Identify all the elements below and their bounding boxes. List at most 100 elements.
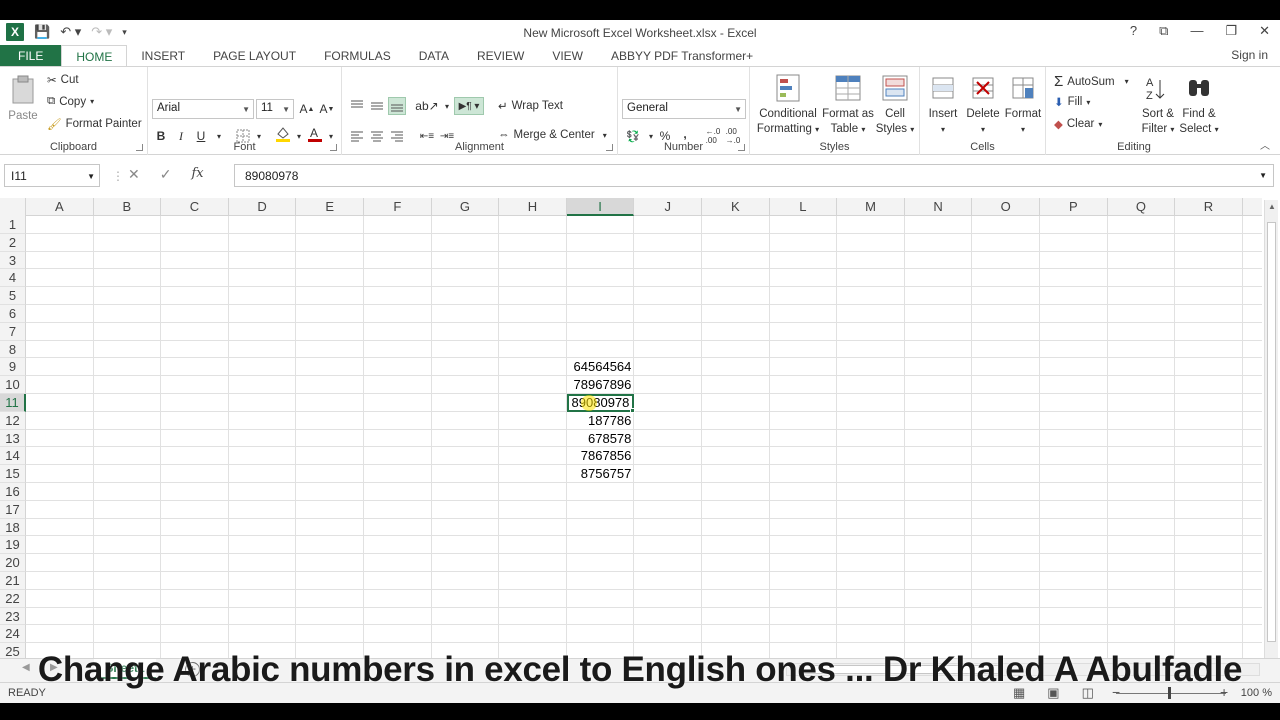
insert-cells-button[interactable]: Insert ▾	[924, 73, 962, 137]
row-header-20[interactable]: 20	[0, 554, 26, 572]
row-header-24[interactable]: 24	[0, 625, 26, 644]
find-select-button[interactable]: Find & Select ▾	[1178, 73, 1220, 137]
enter-entry-icon[interactable]: ✓	[160, 166, 172, 183]
tab-data[interactable]: DATA	[405, 45, 463, 67]
conditional-formatting-button[interactable]: Conditional Formatting ▾	[754, 73, 822, 137]
vertical-scrollbar[interactable]: ▲ ▼	[1264, 200, 1278, 678]
row-header-3[interactable]: 3	[0, 251, 26, 270]
row-header-2[interactable]: 2	[0, 233, 26, 252]
row-header-5[interactable]: 5	[0, 287, 26, 305]
tab-view[interactable]: VIEW	[538, 45, 597, 67]
alignment-launcher-icon[interactable]	[606, 144, 613, 151]
column-header-f[interactable]: F	[364, 198, 432, 216]
column-header-a[interactable]: A	[26, 198, 94, 216]
row-header-17[interactable]: 17	[0, 500, 26, 519]
cell-i14[interactable]: 7867856	[567, 447, 635, 465]
cell-i15[interactable]: 8756757	[567, 465, 635, 483]
tab-home[interactable]: HOME	[61, 45, 128, 68]
collapse-ribbon-icon[interactable]: ︿	[1260, 137, 1270, 152]
orientation-icon[interactable]: ab↗	[415, 97, 438, 115]
number-launcher-icon[interactable]	[738, 144, 745, 151]
tab-page-layout[interactable]: PAGE LAYOUT	[199, 45, 310, 67]
align-middle-icon[interactable]	[368, 97, 386, 115]
format-cells-button[interactable]: Format ▾	[1004, 73, 1042, 137]
restore-icon[interactable]: ❐	[1225, 23, 1237, 39]
fill-button[interactable]: ⬇ Fill ▾	[1054, 95, 1090, 109]
column-header-m[interactable]: M	[837, 198, 905, 216]
cell-styles-button[interactable]: Cell Styles ▾	[874, 73, 916, 137]
formula-input[interactable]: 89080978 ▼	[234, 164, 1274, 187]
tab-insert[interactable]: INSERT	[127, 45, 199, 67]
row-header-10[interactable]: 10	[0, 376, 26, 394]
column-header-b[interactable]: B	[94, 198, 162, 216]
minimize-icon[interactable]: —	[1190, 23, 1203, 39]
tab-file[interactable]: FILE	[0, 45, 62, 67]
help-button[interactable]: ?	[1130, 23, 1137, 39]
column-header-q[interactable]: Q	[1108, 198, 1176, 216]
column-header-e[interactable]: E	[296, 198, 364, 216]
decrease-font-icon[interactable]: A ▼	[318, 100, 336, 118]
row-header-21[interactable]: 21	[0, 572, 26, 590]
font-size-select[interactable]: 11 ▼	[256, 99, 294, 119]
paste-button[interactable]: Paste	[6, 75, 40, 124]
column-header-r[interactable]: R	[1175, 198, 1243, 216]
row-header-8[interactable]: 8	[0, 340, 26, 359]
insert-function-icon[interactable]: fx	[191, 166, 203, 183]
column-header-n[interactable]: N	[905, 198, 973, 216]
format-painter-button[interactable]: 🖌 Format Painter	[47, 117, 142, 131]
text-direction-icon[interactable]: ▶¶ ▾	[454, 97, 484, 115]
row-header-1[interactable]: 1	[0, 216, 26, 234]
row-header-22[interactable]: 22	[0, 589, 26, 608]
row-header-16[interactable]: 16	[0, 483, 26, 501]
cell-i10[interactable]: 78967896	[567, 376, 635, 394]
active-cell-i11[interactable]: 89080978	[566, 394, 635, 412]
tab-review[interactable]: REVIEW	[463, 45, 538, 67]
wrap-text-button[interactable]: ↵ Wrap Text	[498, 99, 563, 113]
column-header-i[interactable]: I	[566, 198, 635, 216]
format-as-table-button[interactable]: Format as Table ▾	[822, 73, 874, 137]
cell-i12[interactable]: 187786	[567, 412, 635, 430]
worksheet-grid[interactable]: ABCDEFGHIJKLMNOPQR 1 2 3 4 5 6 7 8 9 10 11 12 13 14 15…	[0, 198, 1262, 658]
close-icon[interactable]: ✕	[1259, 23, 1270, 39]
row-header-4[interactable]: 4	[0, 269, 26, 288]
column-header-g[interactable]: G	[432, 198, 500, 216]
sign-in-link[interactable]: Sign in	[1231, 48, 1268, 62]
row-header-14[interactable]: 14	[0, 447, 26, 466]
scroll-up-icon[interactable]: ▲	[1268, 202, 1276, 211]
align-bottom-icon[interactable]	[388, 97, 406, 115]
row-header-9[interactable]: 9	[0, 358, 26, 377]
column-header-d[interactable]: D	[229, 198, 297, 216]
row-header-6[interactable]: 6	[0, 305, 26, 323]
font-launcher-icon[interactable]	[330, 144, 337, 151]
cell-i9[interactable]: 64564564	[567, 358, 635, 376]
row-header-11[interactable]: 11	[0, 394, 26, 412]
ribbon-display-options-icon[interactable]: ⧉	[1159, 23, 1168, 39]
column-header-o[interactable]: O	[972, 198, 1040, 216]
clipboard-launcher-icon[interactable]	[136, 144, 143, 151]
column-header-j[interactable]: J	[634, 198, 702, 216]
row-header-13[interactable]: 13	[0, 429, 26, 448]
tab-formulas[interactable]: FORMULAS	[310, 45, 405, 67]
column-header-h[interactable]: H	[499, 198, 567, 216]
row-header-12[interactable]: 12	[0, 411, 26, 430]
row-header-18[interactable]: 18	[0, 518, 26, 537]
number-format-select[interactable]: General ▼	[622, 99, 746, 119]
column-header-c[interactable]: C	[161, 198, 229, 216]
row-header-7[interactable]: 7	[0, 322, 26, 341]
align-top-icon[interactable]	[348, 97, 366, 115]
row-header-19[interactable]: 19	[0, 536, 26, 555]
name-box[interactable]: I11 ▼	[4, 164, 100, 187]
row-header-23[interactable]: 23	[0, 607, 26, 626]
cancel-entry-icon[interactable]: ✕	[128, 166, 140, 183]
column-header-p[interactable]: P	[1040, 198, 1108, 216]
zoom-slider[interactable]	[1116, 693, 1226, 694]
font-family-select[interactable]: Arial ▼	[152, 99, 254, 119]
column-header-k[interactable]: K	[702, 198, 770, 216]
tab-abbyy[interactable]: ABBYY PDF Transformer+	[597, 45, 767, 67]
vertical-scroll-thumb[interactable]	[1267, 222, 1276, 642]
delete-cells-button[interactable]: Delete ▾	[964, 73, 1002, 137]
increase-font-icon[interactable]: A ▲	[298, 100, 316, 118]
cell-i13[interactable]: 678578	[567, 430, 635, 448]
sort-filter-button[interactable]: AZ Sort & Filter ▾	[1138, 73, 1178, 137]
row-header-15[interactable]: 15	[0, 465, 26, 483]
